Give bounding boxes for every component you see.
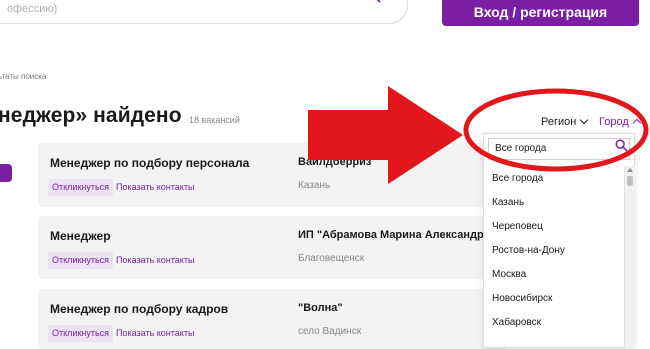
vacancy-title[interactable]: Менеджер по подбору персонала xyxy=(50,156,249,170)
city-option[interactable]: Новосибирск xyxy=(492,293,552,304)
dropdown-scrollbar[interactable] xyxy=(624,166,635,348)
city-option[interactable]: Череповец xyxy=(492,221,543,232)
vacancy-count: 18 вакансий xyxy=(189,115,240,125)
vacancy-title[interactable]: Менеджер xyxy=(50,229,111,243)
company-name: Вайлдберриз xyxy=(298,156,372,168)
city-option[interactable]: Хабаровск xyxy=(492,317,541,328)
region-filter-label: Регион xyxy=(541,116,577,128)
city-filter-label: Город xyxy=(599,116,629,128)
city-option[interactable]: Ростов-на-Дону xyxy=(492,245,565,256)
show-contacts-link[interactable]: Показать контакты xyxy=(116,179,194,196)
vacancy-card[interactable]: Менеджер по подбору персонала Откликнуть… xyxy=(38,143,508,207)
company-name: ИП "Абрамова Марина Александров xyxy=(298,229,498,241)
vacancy-title[interactable]: Менеджер по подбору кадров xyxy=(50,302,228,316)
show-contacts-link[interactable]: Показать контакты xyxy=(116,252,194,269)
scrollbar-thumb[interactable] xyxy=(627,176,633,186)
vacancy-city: Казань xyxy=(298,180,331,191)
city-option[interactable]: Все города xyxy=(492,173,543,184)
page-title: неджер» найдено xyxy=(0,104,182,127)
region-filter[interactable]: Регион xyxy=(541,115,589,128)
chevron-down-icon xyxy=(580,115,589,125)
city-option[interactable]: Москва xyxy=(492,269,526,280)
breadcrumb: ьтаты поиска xyxy=(0,72,47,81)
search-input[interactable]: офессию) xyxy=(0,0,408,24)
search-icon[interactable] xyxy=(365,0,381,3)
scroll-up-icon[interactable] xyxy=(627,168,633,172)
search-icon[interactable] xyxy=(615,139,628,152)
show-contacts-link[interactable]: Показать контакты xyxy=(116,325,194,342)
search-placeholder: офессию) xyxy=(7,3,58,15)
chevron-up-icon xyxy=(632,118,642,128)
vacancy-card[interactable]: Менеджер Откликнуться Показать контакты … xyxy=(38,216,508,279)
login-register-button[interactable]: Вход / регистрация xyxy=(442,0,639,26)
company-name: "Волна" xyxy=(298,302,343,314)
respond-button[interactable]: Откликнуться xyxy=(48,179,114,196)
vacancy-card[interactable]: Менеджер по подбору кадров Откликнуться … xyxy=(38,289,508,349)
city-filter[interactable]: Город xyxy=(599,116,642,128)
city-option[interactable]: Казань xyxy=(492,197,524,208)
respond-button[interactable]: Откликнуться xyxy=(48,252,114,269)
filter-toggle-button[interactable] xyxy=(0,164,12,182)
vacancy-city: Благовещенск xyxy=(298,253,365,264)
city-search-input[interactable]: Все города xyxy=(488,138,630,160)
city-dropdown[interactable]: Все города Все города Казань Череповец Р… xyxy=(483,133,635,348)
vacancy-city: село Вадинск xyxy=(298,326,362,337)
respond-button[interactable]: Откликнуться xyxy=(48,325,114,342)
